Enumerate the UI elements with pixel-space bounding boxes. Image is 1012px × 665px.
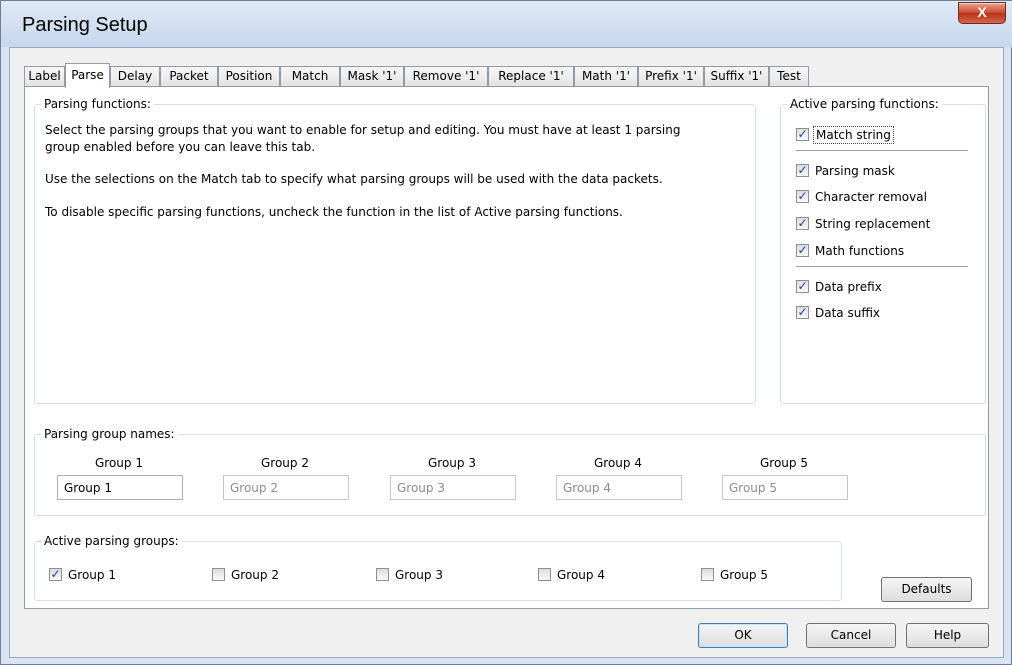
divider (796, 266, 968, 267)
group-3-header: Group 3 (428, 456, 476, 470)
checkbox-label: String replacement (815, 217, 931, 231)
group-2-header: Group 2 (261, 456, 309, 470)
checkbox-label: Group 5 (720, 568, 768, 582)
active-groups-group: Active parsing groups: ✓ Group 1 Group 2… (34, 534, 842, 601)
instructions-line-1: Select the parsing groups that you want … (45, 123, 681, 137)
checkbox-box[interactable]: ✓ (796, 128, 809, 141)
tab-suffix[interactable]: Suffix '1' (704, 66, 769, 86)
checkbox-label: Character removal (815, 190, 927, 204)
window-title: Parsing Setup (22, 14, 148, 36)
checkbox-box[interactable] (212, 568, 225, 581)
active-functions-caption: Active parsing functions: (787, 97, 942, 111)
checkbox-box[interactable] (701, 568, 714, 581)
checkbox-box[interactable]: ✓ (796, 244, 809, 257)
instructions-line-2: group enabled before you can leave this … (45, 140, 316, 154)
tab-remove[interactable]: Remove '1' (404, 66, 488, 86)
checkbox-box[interactable]: ✓ (796, 164, 809, 177)
active-functions-group: Active parsing functions: ✓ Match string… (780, 97, 986, 404)
checkbox-label: Math functions (815, 244, 905, 258)
checkbox-label: Parsing mask (815, 164, 895, 178)
parse-tab-panel: Parsing functions: Select the parsing gr… (24, 86, 989, 609)
group-5-header: Group 5 (760, 456, 808, 470)
tab-mask[interactable]: Mask '1' (340, 66, 404, 86)
title-bar[interactable]: Parsing Setup X (1, 1, 1012, 47)
parsing-functions-group: Parsing functions: Select the parsing gr… (34, 97, 756, 404)
active-groups-caption: Active parsing groups: (41, 534, 182, 548)
checkbox-label: Group 1 (68, 568, 116, 582)
group-names-group: Parsing group names: Group 1 Group 2 Gro… (34, 427, 986, 516)
dialog-window: Parsing Setup X Label Parse Delay Packet… (0, 0, 1012, 665)
checkbox-label: Data suffix (815, 306, 881, 320)
checkbox-box[interactable]: ✓ (796, 280, 809, 293)
checkbox-label: Group 2 (231, 568, 279, 582)
close-button[interactable]: X (958, 2, 1006, 24)
checkbox-box[interactable]: ✓ (49, 568, 62, 581)
ok-button[interactable]: OK (698, 623, 788, 648)
dialog-client-area: Label Parse Delay Packet Position Match … (9, 47, 1004, 658)
instructions-disable: To disable specific parsing functions, u… (45, 205, 623, 219)
checkbox-label: Match string (813, 126, 894, 144)
group-3-name-input[interactable] (390, 475, 516, 500)
checkbox-box[interactable] (376, 568, 389, 581)
group-4-header: Group 4 (594, 456, 642, 470)
tab-math[interactable]: Math '1' (574, 66, 638, 86)
tab-delay[interactable]: Delay (110, 66, 160, 86)
parsing-functions-caption: Parsing functions: (41, 97, 154, 111)
instructions-match-tab: Use the selections on the Match tab to s… (45, 172, 663, 186)
tab-packet[interactable]: Packet (160, 66, 218, 86)
divider (796, 150, 968, 151)
defaults-button[interactable]: Defaults (881, 577, 972, 602)
tab-label[interactable]: Label (24, 66, 65, 86)
tab-test[interactable]: Test (769, 66, 809, 86)
tab-parse[interactable]: Parse (65, 63, 110, 88)
checkbox-box[interactable]: ✓ (796, 306, 809, 319)
checkbox-label: Data prefix (815, 280, 882, 294)
group-1-header: Group 1 (95, 456, 143, 470)
help-button[interactable]: Help (906, 623, 989, 648)
group-names-caption: Parsing group names: (41, 427, 178, 441)
tab-prefix[interactable]: Prefix '1' (638, 66, 704, 86)
tab-position[interactable]: Position (218, 66, 280, 86)
tab-replace[interactable]: Replace '1' (488, 66, 574, 86)
checkbox-label: Group 3 (395, 568, 443, 582)
close-icon: X (977, 4, 987, 20)
checkbox-box[interactable]: ✓ (796, 217, 809, 230)
group-1-name-input[interactable] (57, 475, 183, 500)
group-5-name-input[interactable] (722, 475, 848, 500)
group-4-name-input[interactable] (556, 475, 682, 500)
checkbox-box[interactable] (538, 568, 551, 581)
tab-match[interactable]: Match (280, 66, 340, 86)
checkbox-box[interactable]: ✓ (796, 190, 809, 203)
checkbox-label: Group 4 (557, 568, 605, 582)
group-2-name-input[interactable] (223, 475, 349, 500)
cancel-button[interactable]: Cancel (806, 623, 896, 648)
